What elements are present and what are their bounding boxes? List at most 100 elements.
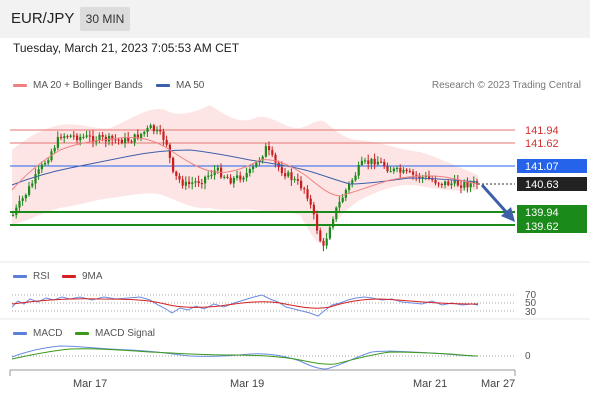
ma20-swatch [13,83,27,87]
candle-body-105 [348,183,351,191]
candle-body-46 [159,129,162,132]
candle-body-54 [184,181,187,186]
candle-body-60 [204,176,207,184]
rsi-swatch [13,274,27,278]
candle-body-7 [34,174,37,184]
ma50-swatch [156,83,170,87]
macd-swatch [13,331,27,335]
resistance-label-2: 141.62 [525,138,559,150]
pivot-tag [517,159,587,173]
candle-body-34 [120,139,123,144]
candle-body-145 [476,181,479,185]
resistance-label-1: 141.94 [525,125,559,137]
candle-body-66 [223,176,226,178]
candle-body-114 [376,161,379,165]
candle-body-70 [236,175,239,178]
candle-body-143 [469,183,472,188]
timestamp: Tuesday, March 21, 2023 7:05:53 AM CET [13,41,240,55]
ma50-legend-label: MA 50 [176,80,205,91]
candle-body-43 [149,125,152,129]
candle-body-19 [72,135,75,137]
rsi-level-30-label: 30 [525,307,537,318]
candle-body-97 [322,240,325,246]
candle-body-90 [300,180,303,189]
ma20-line [11,137,479,197]
candle-body-16 [63,136,66,139]
candle-body-22 [82,136,85,138]
current-price-tag [517,177,587,191]
candle-body-136 [447,181,450,186]
credit-text: Research © 2023 Trading Central [431,80,581,91]
candle-body-135 [444,181,447,186]
rsi-legend: RSI [13,271,50,282]
candle-body-73 [245,173,248,178]
candle-body-83 [277,162,280,168]
header-bar: EUR/JPY 30 MIN [0,0,590,38]
candle-body-84 [280,167,283,174]
candle-body-130 [428,176,431,179]
candle-body-25 [92,136,95,142]
price-chart: 141.94 141.62 141.07 140.63 139.94 139.6… [0,105,590,390]
candle-body-117 [386,166,389,172]
candle-body-119 [392,168,395,172]
candle-body-55 [188,181,191,184]
candle-body-85 [284,173,287,177]
candle-body-57 [194,181,197,183]
candle-body-139 [456,179,459,186]
timeframe-button[interactable]: 30 MIN [80,7,130,31]
candle-body-6 [31,183,34,187]
candle-body-23 [85,135,88,137]
ma50-legend: MA 50 [156,80,204,91]
candle-body-3 [21,198,24,201]
candle-body-0 [12,214,15,216]
candle-body-137 [450,183,453,186]
ma20-legend: MA 20 + Bollinger Bands [13,80,143,91]
candle-body-109 [360,160,363,166]
support-label-2: 139.62 [525,221,559,233]
candle-body-20 [76,135,79,141]
candle-body-111 [367,160,370,164]
candle-body-106 [351,180,354,184]
candle-body-48 [165,139,168,145]
x-tick-label-mar19: Mar 19 [230,378,264,390]
candle-body-64 [216,167,219,171]
candle-body-89 [296,179,299,181]
candle-body-108 [357,165,360,176]
candle-body-37 [130,141,133,143]
candle-body-134 [440,184,443,186]
pivot-label: 141.07 [525,161,559,173]
candle-body-81 [271,150,274,155]
candle-body-71 [239,175,242,180]
candle-body-29 [104,136,107,142]
candle-body-26 [95,140,98,142]
candle-body-82 [274,154,277,163]
candle-body-49 [168,144,171,158]
candle-body-36 [127,137,130,142]
candle-body-116 [383,161,386,167]
candle-body-12 [50,151,53,161]
candle-body-41 [143,131,146,134]
candle-body-75 [252,166,255,170]
candle-body-61 [207,175,210,177]
candle-body-110 [364,160,367,162]
candle-body-115 [380,161,383,163]
candle-body-140 [460,185,463,188]
macd-signal-swatch [75,331,89,335]
candle-body-47 [162,131,165,140]
rsi-ma-line [11,298,479,309]
candle-body-95 [316,214,319,231]
candle-body-112 [370,158,373,164]
candle-body-21 [79,136,82,141]
candle-body-27 [98,135,101,141]
candle-body-88 [293,179,296,181]
candle-body-124 [408,171,411,173]
candle-body-94 [312,204,315,215]
candle-body-107 [354,175,357,181]
candle-body-104 [344,190,347,198]
candle-body-118 [389,171,392,173]
candle-body-14 [56,136,59,148]
candle-body-10 [44,163,47,165]
macd-zero-label: 0 [525,351,531,362]
candle-body-76 [255,162,258,167]
candle-body-42 [146,128,149,132]
